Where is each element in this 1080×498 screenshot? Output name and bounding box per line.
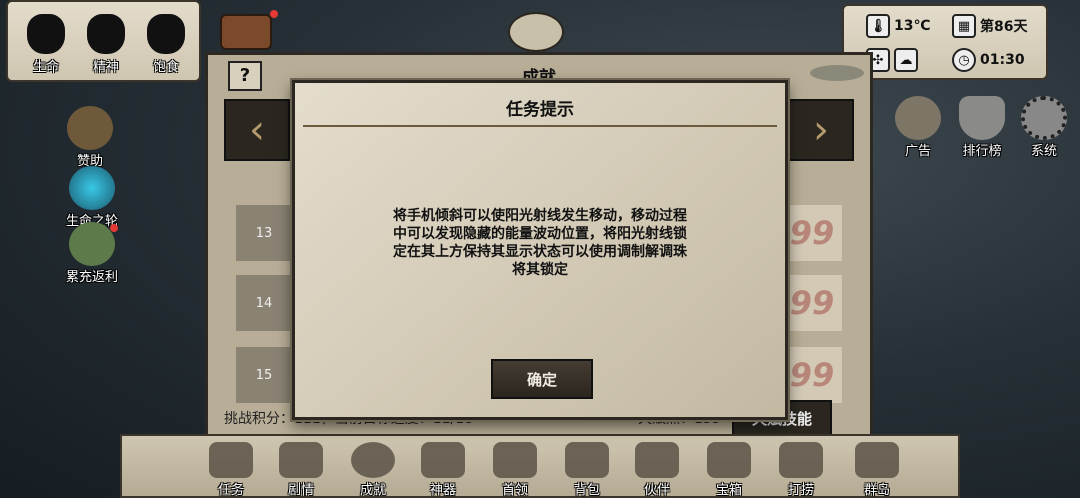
tab-label: 背包 [573,483,600,498]
muscle-icon [27,14,65,54]
prev-arrow-button[interactable]: ‹ [224,99,290,161]
achievement-row-number: 13 [236,205,292,261]
achievement-row-number: 15 [236,347,292,403]
tab-label: 群岛 [863,483,890,498]
spirit-stat: 精神 [78,14,134,75]
notification-dot [270,10,278,18]
tab-icon [493,442,537,478]
tab-backpack[interactable]: 背包 [556,442,618,498]
tab-islands[interactable]: 群岛 [846,442,908,498]
ranking-label: 排行榜 [962,144,1002,159]
dialog-message-line: 中可以发现隐藏的能量波动位置，将阳光射线锁 [393,226,687,242]
clock-readout: ◷ 01:30 [952,48,1025,72]
tab-label: 任务 [217,483,244,498]
tab-partner[interactable]: 伙伴 [626,442,688,498]
achievement-badge: 99 [782,347,842,403]
dialog-message: 将手机倾斜可以使阳光射线发生移动，移动过程 中可以发现隐藏的能量波动位置，将阳光… [355,207,725,279]
tab-chest[interactable]: 宝箱 [698,442,760,498]
tab-achievement[interactable]: 成就 [342,442,404,498]
day-readout: ▦ 第86天 [952,14,1027,38]
treasure-chest-icon[interactable] [220,14,272,50]
tab-artifact[interactable]: 神器 [412,442,474,498]
life-label: 生命 [32,60,59,75]
tab-icon [421,442,465,478]
tab-label: 神器 [429,483,456,498]
scroll-icon[interactable] [508,12,564,52]
winged-chest-icon [67,106,113,150]
tab-label: 伙伴 [643,483,670,498]
cloud-icon: ☁ [894,48,918,72]
tab-icon [209,442,253,478]
confirm-button[interactable]: 确定 [491,359,593,399]
trophy-icon [959,96,1005,140]
tab-label: 宝箱 [715,483,742,498]
ad-label: 广告 [904,144,931,159]
sponsor-button[interactable]: 赞助 [58,106,122,169]
gear-icon [1021,96,1067,140]
dialog-message-line: 将手机倾斜可以使阳光射线发生移动，移动过程 [393,208,687,224]
tab-icon [855,442,899,478]
rebate-label: 累充返利 [65,270,118,285]
ad-button[interactable]: 广告 [886,96,950,159]
tab-icon [351,442,395,478]
achievement-badge: 99 [782,205,842,261]
tab-icon [707,442,751,478]
tab-icon [565,442,609,478]
dialog-title: 任务提示 [506,100,574,120]
life-wheel-button[interactable]: 生命之轮 [60,166,124,229]
thermometer-icon: 🌡 [866,14,890,38]
next-arrow-button[interactable]: › [788,99,854,161]
notification-dot [110,224,118,232]
system-label: 系统 [1030,144,1057,159]
stomach-icon [147,14,185,54]
tab-icon [779,442,823,478]
bottom-nav: 任务 剧情 成就 神器 首领 背包 伙伴 宝箱 打捞 群岛 [120,434,960,498]
map-icon [895,96,941,140]
tab-task[interactable]: 任务 [200,442,262,498]
tab-story[interactable]: 剧情 [270,442,332,498]
system-button[interactable]: 系统 [1012,96,1076,159]
life-stat: 生命 [18,14,74,75]
clock-icon: ◷ [952,48,976,72]
hunger-stat: 饱食 [138,14,194,75]
tab-label: 成就 [359,483,386,498]
tab-boss[interactable]: 首领 [484,442,546,498]
achievement-badge: 99 [782,275,842,331]
dialog-divider [303,125,777,127]
tab-label: 首领 [501,483,528,498]
tab-label: 剧情 [287,483,314,498]
clock-value: 01:30 [980,52,1025,68]
brain-icon [87,14,125,54]
achievement-row-number: 14 [236,275,292,331]
hunger-label: 饱食 [152,60,179,75]
calendar-icon: ▦ [952,14,976,38]
day-value: 第86天 [980,19,1028,35]
temperature-value: 13℃ [894,18,931,34]
weather-icons: ✣ ☁ [866,48,918,72]
task-hint-dialog: 任务提示 将手机倾斜可以使阳光射线发生移动，移动过程 中可以发现隐藏的能量波动位… [292,80,788,420]
dialog-message-line: 定在其上方保持其显示状态可以使用调制解调珠 [393,244,687,260]
money-bag-icon [69,222,115,266]
feather-icon [810,65,864,81]
tab-label: 打捞 [787,483,814,498]
status-panel: 生命 精神 饱食 [6,0,201,82]
spirit-label: 精神 [92,60,119,75]
orb-icon [69,166,115,210]
tab-salvage[interactable]: 打捞 [770,442,832,498]
tab-icon [279,442,323,478]
temperature-readout: 🌡 13℃ [866,14,930,38]
ranking-button[interactable]: 排行榜 [950,96,1014,159]
dialog-message-line: 将其锁定 [512,262,568,278]
tab-icon [635,442,679,478]
